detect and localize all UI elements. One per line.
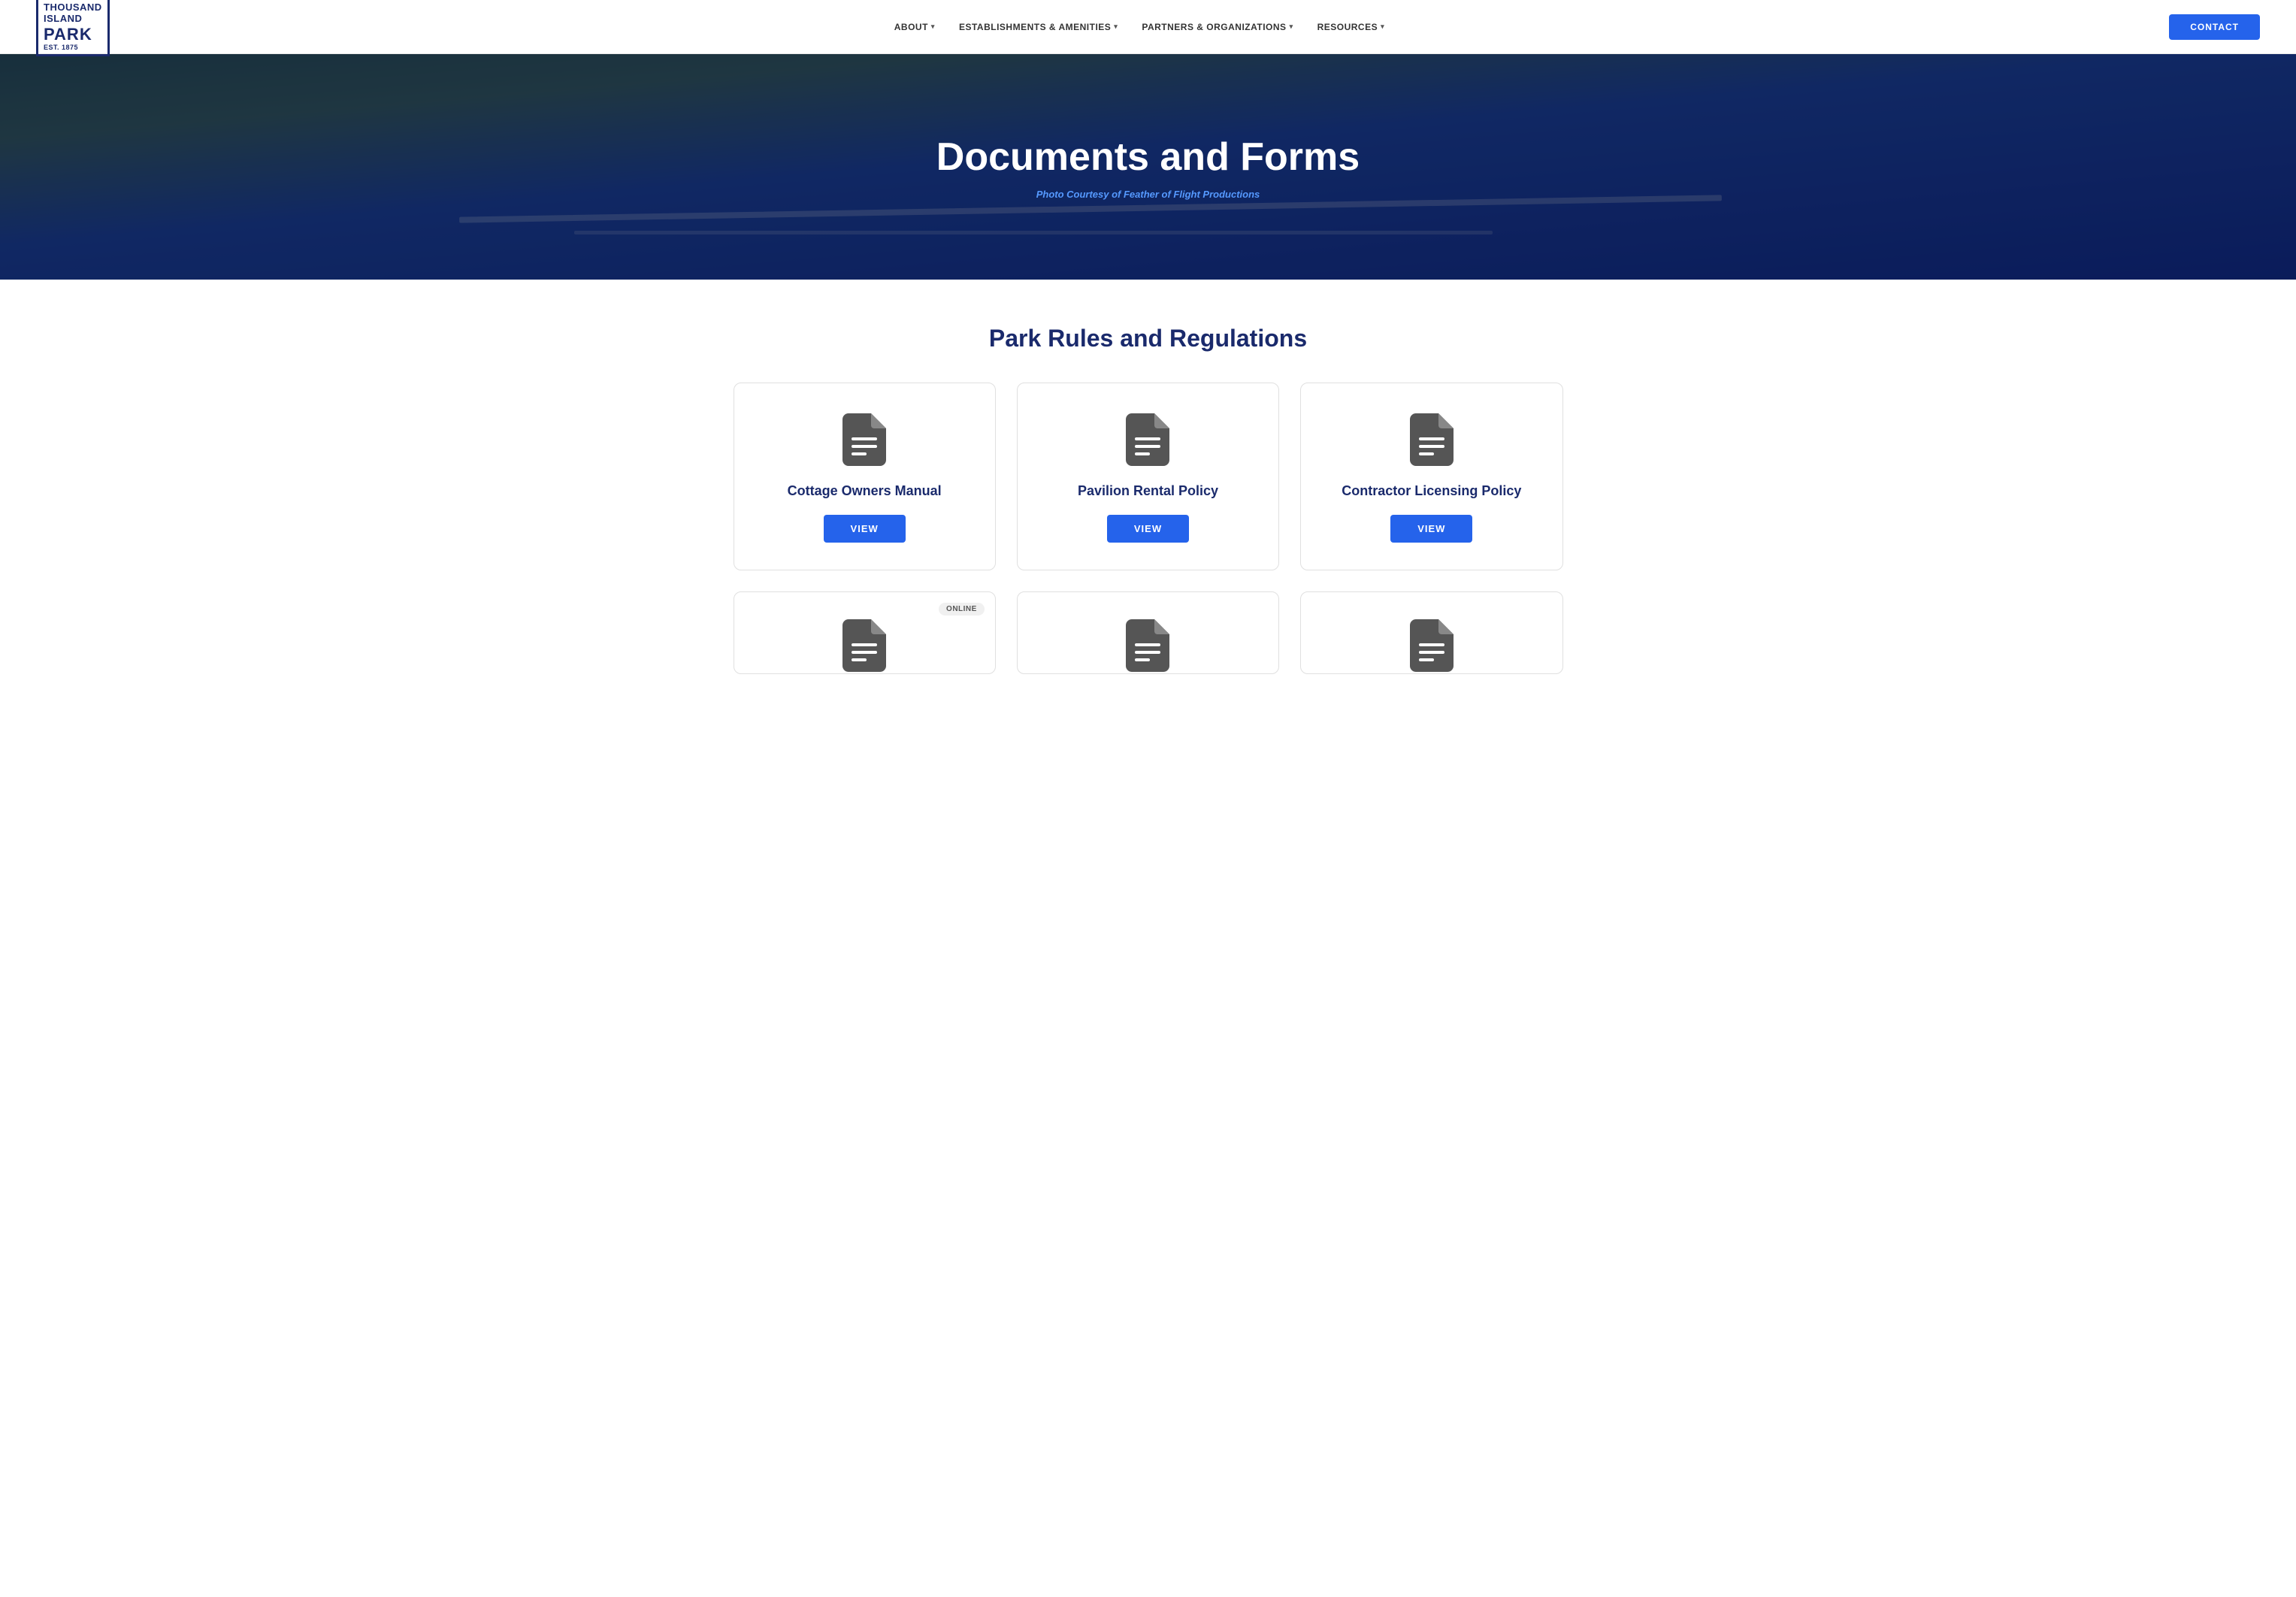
nav-item-establishments[interactable]: ESTABLISHMENTS & AMENITIES ▾: [959, 22, 1118, 32]
nav-item-resources[interactable]: RESOURCES ▾: [1317, 22, 1385, 32]
card-row2-item1: ONLINE: [734, 591, 996, 674]
card-grid-row2: ONLINE: [734, 591, 1563, 674]
document-icon: [1126, 619, 1169, 672]
document-icon: [842, 413, 886, 466]
nav-label-establishments: ESTABLISHMENTS & AMENITIES: [959, 22, 1111, 32]
nav-links: ABOUT ▾ ESTABLISHMENTS & AMENITIES ▾ PAR…: [894, 22, 1384, 32]
chevron-down-icon: ▾: [1381, 23, 1384, 31]
logo-line2: ISLAND: [44, 14, 102, 25]
card-cottage-owners-manual: Cottage Owners Manual VIEW: [734, 383, 996, 570]
nav-label-about: ABOUT: [894, 22, 928, 32]
main-nav: THOUSAND ISLAND PARK EST. 1875 ABOUT ▾ E…: [0, 0, 2296, 54]
document-icon: [842, 619, 886, 672]
view-button-cottage[interactable]: VIEW: [824, 515, 906, 543]
card-row2-item3: [1300, 591, 1562, 674]
logo-line3: PARK: [44, 25, 102, 44]
logo[interactable]: THOUSAND ISLAND PARK EST. 1875: [36, 0, 110, 56]
main-content: Park Rules and Regulations Cottage Owner…: [697, 280, 1599, 704]
document-icon: [1410, 619, 1454, 672]
document-icon: [1410, 413, 1454, 466]
view-button-contractor[interactable]: VIEW: [1390, 515, 1472, 543]
card-title-pavilion: Pavilion Rental Policy: [1078, 482, 1218, 500]
logo-est: EST. 1875: [44, 44, 102, 51]
card-row2-item2: [1017, 591, 1279, 674]
nav-label-partners: PARTNERS & ORGANIZATIONS: [1142, 22, 1286, 32]
card-title-contractor: Contractor Licensing Policy: [1342, 482, 1521, 500]
card-grid-row1: Cottage Owners Manual VIEW Pavilion Rent…: [734, 383, 1563, 570]
online-badge: ONLINE: [939, 603, 985, 616]
card-pavilion-rental: Pavilion Rental Policy VIEW: [1017, 383, 1279, 570]
chevron-down-icon: ▾: [931, 23, 935, 31]
hero-content: Documents and Forms Photo Courtesy of Fe…: [936, 135, 1360, 200]
hero-title: Documents and Forms: [936, 135, 1360, 180]
logo-line1: THOUSAND: [44, 2, 102, 14]
section-title: Park Rules and Regulations: [734, 325, 1563, 352]
card-contractor-licensing: Contractor Licensing Policy VIEW: [1300, 383, 1562, 570]
chevron-down-icon: ▾: [1114, 23, 1118, 31]
contact-button[interactable]: CONTACT: [2169, 14, 2260, 40]
nav-label-resources: RESOURCES: [1317, 22, 1378, 32]
hero-section: Documents and Forms Photo Courtesy of Fe…: [0, 54, 2296, 280]
card-title-cottage: Cottage Owners Manual: [788, 482, 942, 500]
document-icon: [1126, 413, 1169, 466]
chevron-down-icon: ▾: [1290, 23, 1293, 31]
hero-subtitle: Photo Courtesy of Feather of Flight Prod…: [936, 189, 1360, 200]
view-button-pavilion[interactable]: VIEW: [1107, 515, 1189, 543]
nav-item-about[interactable]: ABOUT ▾: [894, 22, 935, 32]
nav-item-partners[interactable]: PARTNERS & ORGANIZATIONS ▾: [1142, 22, 1293, 32]
